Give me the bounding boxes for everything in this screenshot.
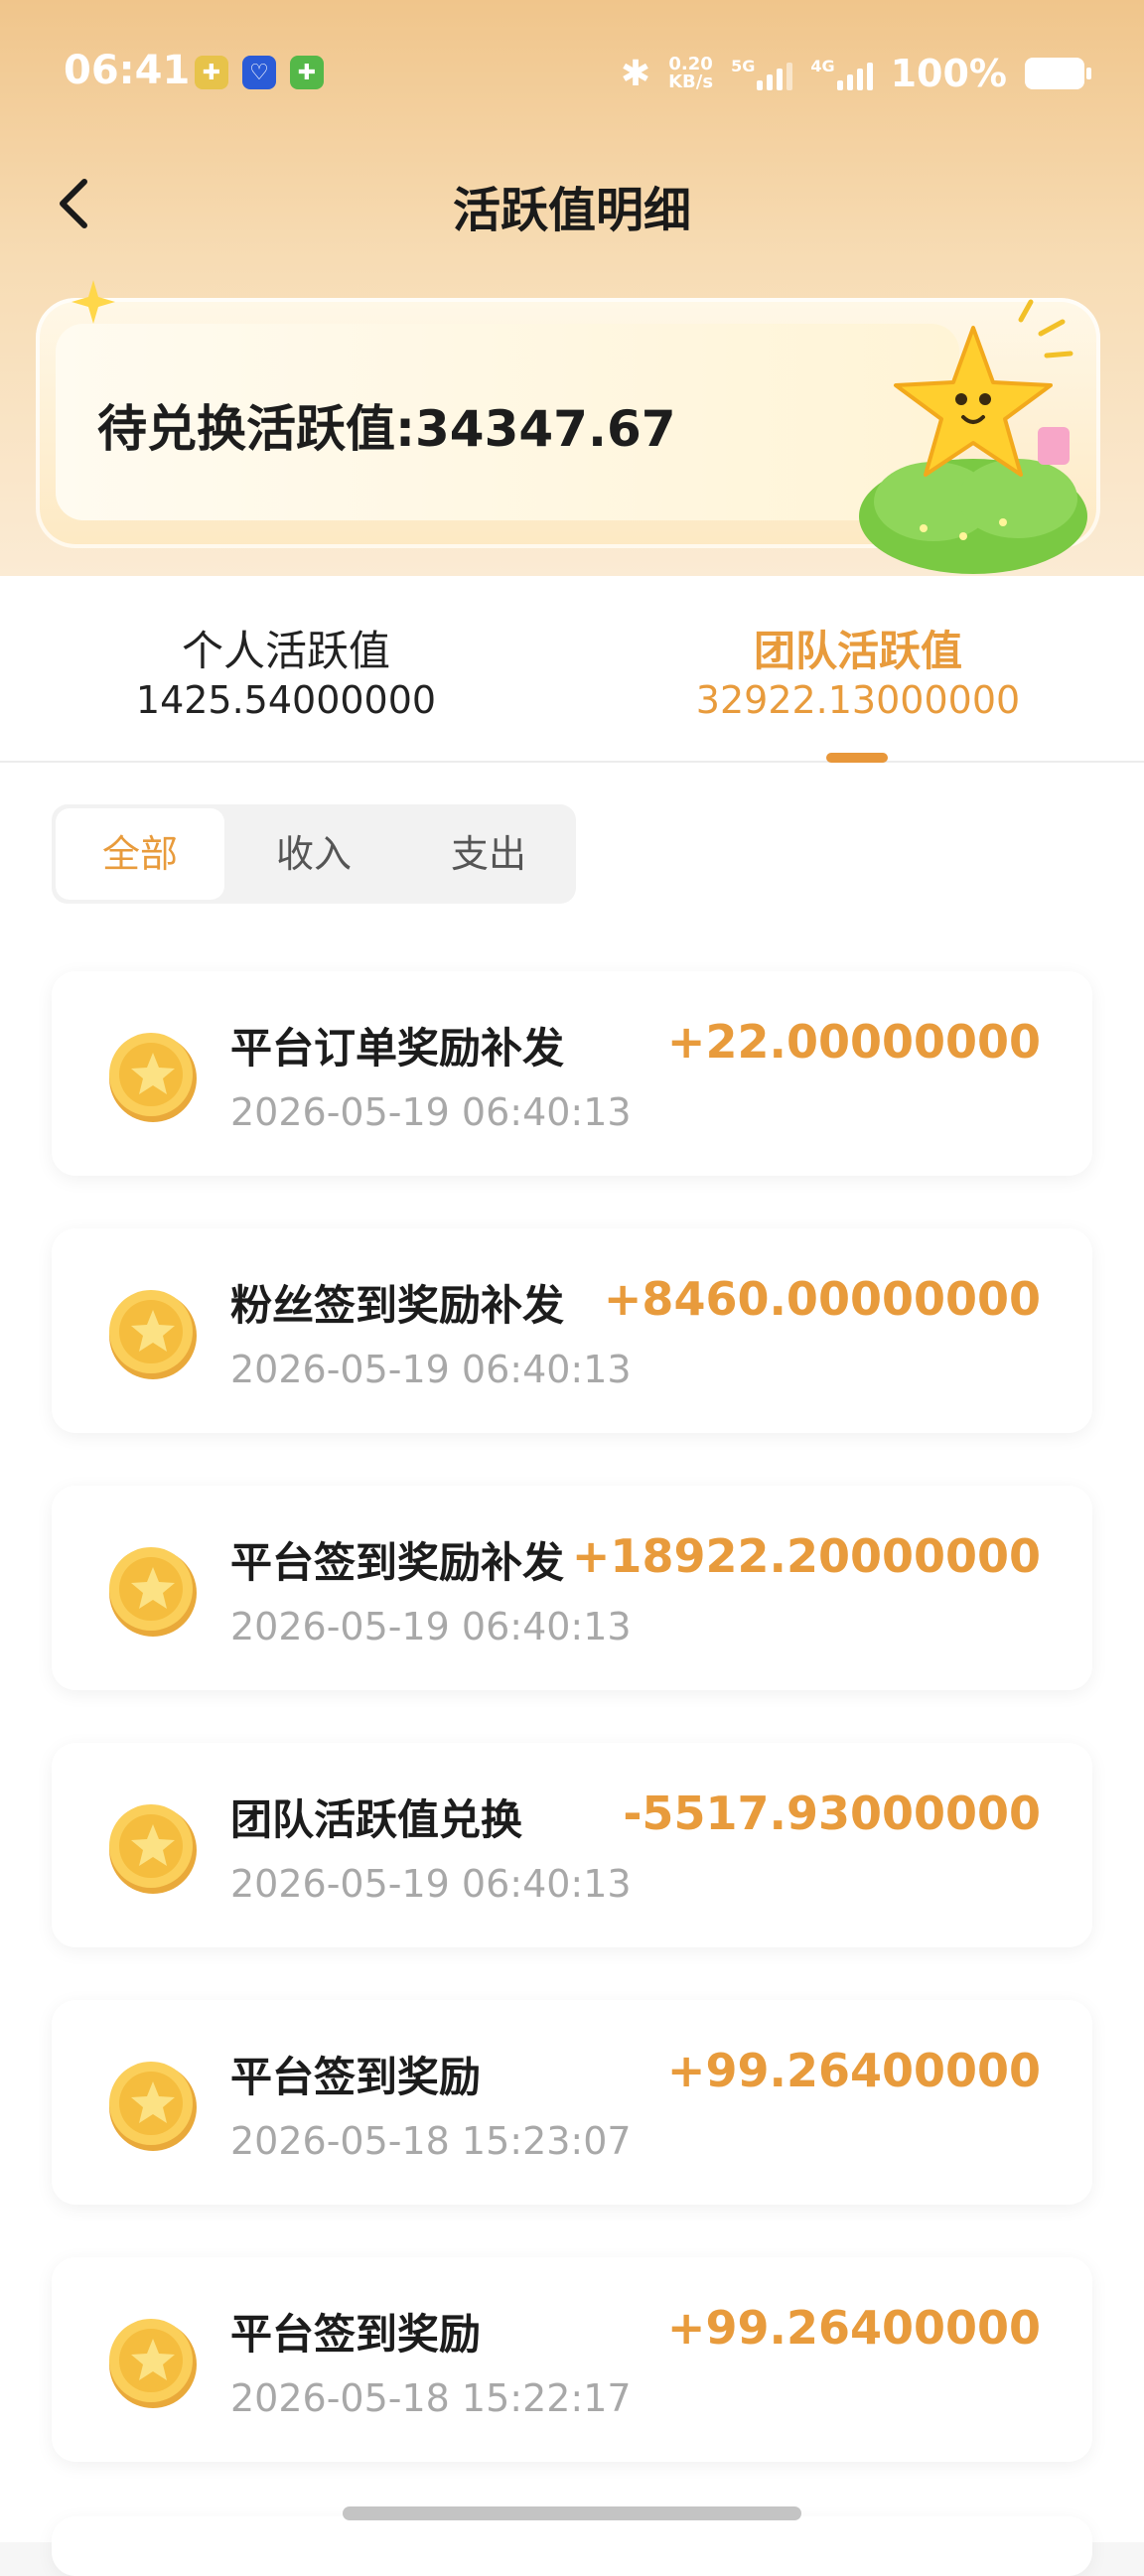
tab-label: 团队活跃值	[753, 627, 962, 675]
coin-icon	[103, 1539, 203, 1639]
list-item[interactable]: 粉丝签到奖励补发 2026-05-19 06:40:13 +8460.0000000…	[52, 1228, 1092, 1433]
list-item[interactable]: 平台签到奖励 2026-05-18 15:22:17 +99.26400000	[52, 2257, 1092, 2462]
filter-all-button[interactable]: 全部	[56, 808, 224, 900]
signal-4g: 4G	[810, 57, 873, 90]
battery-percent: 100%	[890, 52, 1007, 95]
record-title: 平台订单奖励补发	[230, 1024, 565, 1073]
record-title: 粉丝签到奖励补发	[230, 1281, 565, 1330]
network-4g-label: 4G	[810, 57, 835, 75]
list-item[interactable]: 团队活跃值兑换 2026-05-19 06:40:13 -5517.93000000	[52, 1743, 1092, 1947]
signal-bars-icon	[757, 57, 793, 90]
navigation-header: 活跃值明细	[0, 159, 1144, 248]
shield-app-icon: ♡	[242, 56, 276, 89]
tab-label: 个人活跃值	[181, 627, 390, 675]
record-time: 2026-05-19 06:40:13	[230, 1862, 632, 1906]
record-time: 2026-05-19 06:40:13	[230, 1090, 632, 1134]
filter-income-button[interactable]: 收入	[226, 804, 401, 904]
activity-tabs: 个人活跃值 1425.54000000 团队活跃值 32922.13000000	[0, 576, 1144, 763]
record-amount: +8460.00000000	[603, 1272, 1041, 1326]
list-item[interactable]: 平台订单奖励补发 2026-05-19 06:40:13 +22.00000000	[52, 971, 1092, 1176]
page-title: 活跃值明细	[452, 183, 691, 238]
list-item[interactable]: 平台签到奖励 2026-05-18 15:23:07 +99.26400000	[52, 2000, 1092, 2205]
record-amount: +18922.20000000	[571, 1529, 1041, 1583]
record-title: 平台签到奖励补发	[230, 1538, 565, 1587]
record-time: 2026-05-19 06:40:13	[230, 1348, 632, 1391]
active-tab-indicator	[826, 753, 888, 763]
coin-icon	[103, 1796, 203, 1896]
app-notification-icon: ✚	[195, 56, 228, 89]
list-item[interactable]	[52, 2516, 1092, 2576]
redeemable-value: 待兑换活跃值:34347.67	[97, 400, 676, 458]
coin-icon	[103, 2311, 203, 2410]
signal-5g: 5G	[731, 57, 793, 90]
status-indicators: ✱ 0.20 KB/s 5G 4G 100%	[620, 52, 1091, 95]
list-item[interactable]: 平台签到奖励补发 2026-05-19 06:40:13 +18922.200000…	[52, 1486, 1092, 1690]
record-amount: -5517.93000000	[623, 1787, 1041, 1840]
bluetooth-icon: ✱	[620, 53, 651, 94]
tab-value: 1425.54000000	[135, 678, 437, 722]
tab-value: 32922.13000000	[695, 678, 1021, 722]
record-time: 2026-05-18 15:23:07	[230, 2119, 632, 2163]
signal-bars-icon	[836, 57, 873, 90]
coin-icon	[103, 1282, 203, 1381]
status-bar: 06:41 ✚ ♡ ✚ ✱ 0.20 KB/s 5G 4G 100%	[0, 0, 1144, 149]
star-mascot-icon	[859, 299, 1087, 574]
record-title: 平台签到奖励	[230, 2310, 482, 2359]
network-speed: 0.20 KB/s	[668, 56, 713, 91]
net-speed-unit: KB/s	[668, 72, 714, 92]
record-time: 2026-05-18 15:22:17	[230, 2376, 632, 2420]
type-filter: 全部 收入 支出	[52, 804, 576, 904]
network-5g-label: 5G	[731, 57, 756, 75]
coin-icon	[103, 1025, 203, 1124]
battery-icon	[1025, 58, 1091, 89]
record-amount: +99.26400000	[666, 2044, 1041, 2097]
record-title: 平台签到奖励	[230, 2053, 482, 2101]
status-time: 06:41	[64, 48, 191, 93]
app-notification-icon: ✚	[290, 56, 324, 89]
record-amount: +22.00000000	[666, 1015, 1041, 1069]
record-time: 2026-05-19 06:40:13	[230, 1605, 632, 1648]
home-indicator[interactable]	[343, 2506, 801, 2520]
filter-expense-button[interactable]: 支出	[401, 804, 576, 904]
tab-team-activity[interactable]: 团队活跃值 32922.13000000	[572, 618, 1144, 722]
record-title: 团队活跃值兑换	[230, 1795, 523, 1844]
tab-personal-activity[interactable]: 个人活跃值 1425.54000000	[0, 618, 572, 722]
record-amount: +99.26400000	[666, 2301, 1041, 2355]
coin-icon	[103, 2054, 203, 2153]
sparkle-icon	[72, 280, 115, 324]
status-app-icons: ✚ ♡ ✚	[195, 56, 324, 89]
